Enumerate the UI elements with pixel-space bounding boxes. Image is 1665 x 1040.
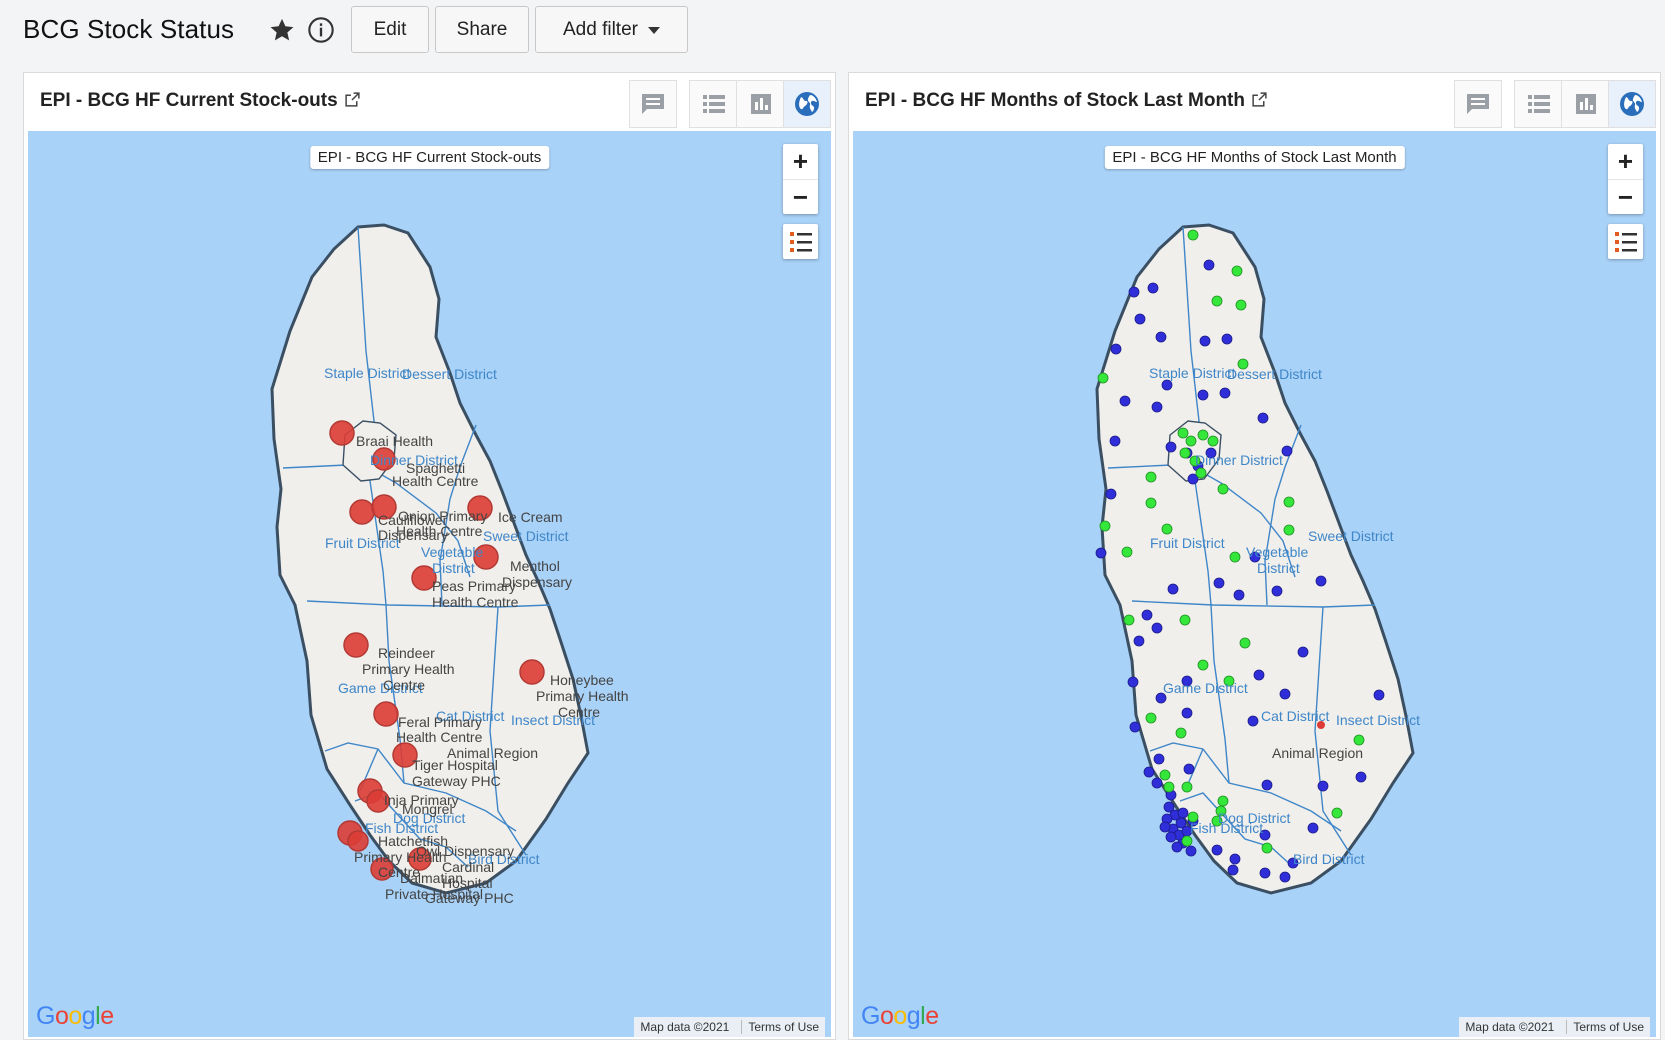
terms-of-use-link[interactable]: Terms of Use [1566, 1020, 1644, 1034]
edit-button[interactable]: Edit [351, 6, 429, 53]
svg-text:Dessert District: Dessert District [1227, 366, 1322, 382]
svg-text:Dessert District: Dessert District [402, 366, 497, 382]
map-attribution: Map data ©2021 Terms of Use [1459, 1017, 1650, 1037]
marker-cauliflower[interactable] [349, 499, 375, 525]
comment-button[interactable] [629, 80, 677, 128]
map-data-text: Map data ©2021 [640, 1020, 730, 1034]
svg-text:Fruit District: Fruit District [1150, 535, 1225, 551]
svg-text:Dinner District: Dinner District [1195, 452, 1283, 468]
svg-text:Centre: Centre [383, 677, 425, 693]
months-of-stock-map[interactable]: Staple District Dessert District Dinner … [853, 131, 1656, 1037]
chart-icon [1575, 94, 1596, 114]
map-canvas[interactable]: Staple District Dessert District Dinner … [28, 131, 831, 1037]
dashboard-header: BCG Stock Status Edit Share Add filter [0, 0, 1665, 64]
add-filter-button[interactable]: Add filter [535, 6, 688, 53]
add-filter-label: Add filter [563, 18, 638, 40]
chart-view-button[interactable] [1561, 80, 1609, 128]
svg-text:Animal Region: Animal Region [1272, 745, 1363, 761]
table-view-button[interactable] [689, 80, 737, 128]
globe-icon [795, 92, 819, 116]
svg-text:Insect District: Insect District [1336, 712, 1420, 728]
marker-braai[interactable] [329, 420, 355, 446]
svg-text:Reindeer: Reindeer [378, 645, 435, 661]
globe-icon [1620, 92, 1644, 116]
svg-text:Vegetable: Vegetable [1246, 544, 1308, 560]
svg-text:Primary Health: Primary Health [362, 661, 455, 677]
zoom-control: + − [783, 144, 818, 214]
svg-text:Health Centre: Health Centre [396, 729, 483, 745]
svg-text:Staple District: Staple District [324, 365, 410, 381]
caret-down-icon [647, 27, 660, 34]
table-icon [702, 95, 725, 113]
svg-text:District: District [432, 560, 475, 576]
svg-text:Staple District: Staple District [1149, 365, 1235, 381]
svg-text:Braai Health: Braai Health [356, 433, 433, 449]
svg-text:Gateway PHC: Gateway PHC [412, 773, 501, 789]
table-icon [1527, 95, 1550, 113]
svg-text:Health Centre: Health Centre [392, 473, 479, 489]
zoom-control: + − [1608, 144, 1643, 214]
legend-icon [789, 231, 812, 252]
legend-icon [1614, 231, 1637, 252]
google-logo: Google [36, 1002, 114, 1030]
zoom-in-button[interactable]: + [783, 144, 818, 179]
comment-icon [642, 94, 664, 114]
table-view-button[interactable] [1514, 80, 1562, 128]
chart-view-button[interactable] [736, 80, 784, 128]
svg-text:Health Centre: Health Centre [396, 523, 483, 539]
star-icon[interactable] [268, 16, 296, 44]
map-attribution: Map data ©2021 Terms of Use [634, 1017, 825, 1037]
chart-icon [750, 94, 771, 114]
svg-text:Dog District: Dog District [1218, 810, 1290, 826]
zoom-in-button[interactable]: + [1608, 144, 1643, 179]
svg-text:Health Centre: Health Centre [432, 594, 519, 610]
google-logo: Google [861, 1002, 939, 1030]
info-icon[interactable] [307, 16, 335, 44]
svg-text:Sweet District: Sweet District [483, 528, 569, 544]
svg-text:Primary Health: Primary Health [536, 688, 629, 704]
share-button[interactable]: Share [435, 6, 529, 53]
svg-text:Peas Primary: Peas Primary [432, 578, 516, 594]
external-link-icon[interactable] [1251, 91, 1268, 108]
svg-text:Ice Cream: Ice Cream [498, 509, 563, 525]
svg-text:Bird District: Bird District [1293, 851, 1365, 867]
svg-text:Centre: Centre [558, 704, 600, 720]
months-of-stock-panel: EPI - BCG HF Months of Stock Last Month [848, 72, 1661, 1040]
svg-text:Tiger Hospital: Tiger Hospital [412, 757, 498, 773]
legend-button[interactable] [783, 224, 818, 259]
svg-text:Feral Primary: Feral Primary [398, 714, 482, 730]
comment-icon [1467, 94, 1489, 114]
svg-text:Cat District: Cat District [1261, 708, 1330, 724]
svg-text:Vegetable: Vegetable [421, 544, 483, 560]
svg-text:Onion Primary: Onion Primary [398, 508, 487, 524]
marker-feral[interactable] [373, 701, 399, 727]
map-canvas[interactable]: Staple District Dessert District Dinner … [853, 131, 1656, 1037]
svg-text:Owl Dispensary: Owl Dispensary [416, 843, 514, 859]
stockouts-map[interactable]: Staple District Dessert District Dinner … [28, 131, 831, 1037]
svg-text:Honeybee: Honeybee [550, 672, 614, 688]
marker-reindeer[interactable] [343, 632, 369, 658]
panel-title: EPI - BCG HF Months of Stock Last Month [865, 90, 1268, 112]
external-link-icon[interactable] [344, 91, 361, 108]
svg-text:Mongrel: Mongrel [402, 801, 453, 817]
svg-text:Gateway PHC: Gateway PHC [425, 890, 514, 906]
zoom-out-button[interactable]: − [1608, 179, 1643, 214]
stockouts-panel: EPI - BCG HF Current Stock-outs Staple D… [23, 72, 836, 1040]
zoom-out-button[interactable]: − [783, 179, 818, 214]
map-view-button[interactable] [783, 80, 831, 128]
map-title-label: EPI - BCG HF Current Stock-outs [309, 146, 550, 169]
svg-text:Menthol: Menthol [510, 558, 560, 574]
marker-honeybee[interactable] [519, 659, 545, 685]
svg-text:District: District [1257, 560, 1300, 576]
svg-text:Sweet District: Sweet District [1308, 528, 1394, 544]
map-view-button[interactable] [1608, 80, 1656, 128]
terms-of-use-link[interactable]: Terms of Use [741, 1020, 819, 1034]
map-title-label: EPI - BCG HF Months of Stock Last Month [1104, 146, 1405, 169]
map-data-text: Map data ©2021 [1465, 1020, 1555, 1034]
dashboard-title: BCG Stock Status [23, 14, 235, 44]
panel-title: EPI - BCG HF Current Stock-outs [40, 90, 361, 112]
svg-text:Game District: Game District [1163, 680, 1248, 696]
legend-button[interactable] [1608, 224, 1643, 259]
comment-button[interactable] [1454, 80, 1502, 128]
